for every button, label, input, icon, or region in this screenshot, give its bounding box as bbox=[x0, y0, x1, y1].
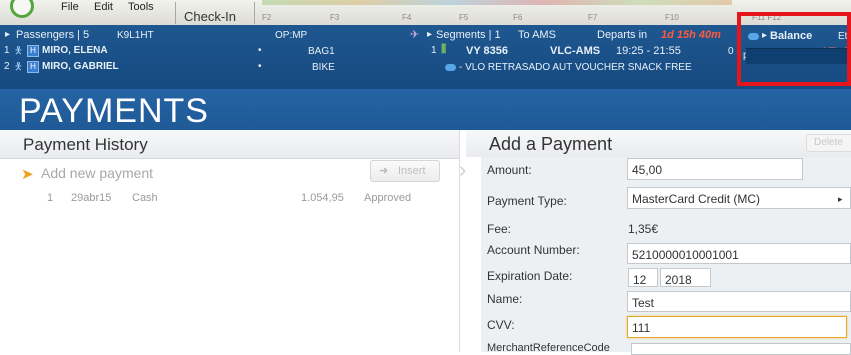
account-number-label: Account Number: bbox=[487, 243, 580, 257]
departs-label: Departs in bbox=[597, 29, 648, 41]
insert-button-label: Insert bbox=[398, 165, 426, 177]
payment-history-title: Payment History bbox=[23, 135, 148, 154]
pnr-code: K9L1HT bbox=[117, 30, 154, 41]
fkey-f5[interactable]: F5 bbox=[459, 13, 468, 22]
merchant-reference-label: MerchantReferenceCode bbox=[487, 342, 610, 354]
passenger-bag: BAG1 bbox=[308, 46, 335, 57]
fee-label: Fee: bbox=[487, 222, 512, 236]
flight-route: VLC-AMS bbox=[550, 45, 601, 57]
passenger-icon: 🯅 bbox=[14, 62, 23, 73]
expiration-year-field[interactable]: 2018 bbox=[660, 268, 711, 287]
passenger-name[interactable]: MIRO, ELENA bbox=[42, 45, 108, 56]
bullet-icon: • bbox=[258, 61, 262, 72]
cardholder-name-field[interactable]: Test bbox=[627, 291, 851, 312]
dropdown-arrow-icon[interactable]: ▸ bbox=[838, 194, 843, 205]
segments-header[interactable]: Segments | 1 bbox=[436, 29, 501, 41]
passengers-header[interactable]: Passengers | 5 bbox=[16, 29, 89, 41]
passenger-bag: BIKE bbox=[312, 62, 335, 73]
amount-field[interactable]: 45,00 bbox=[627, 158, 803, 180]
expand-arrow-icon[interactable]: ▸ bbox=[427, 29, 432, 40]
checkin-tab[interactable]: Check-In bbox=[184, 9, 236, 24]
flight-number[interactable]: VY 8356 bbox=[466, 45, 508, 57]
insert-arrow-icon: ➜ bbox=[379, 165, 389, 177]
function-key-strip bbox=[262, 0, 732, 5]
insert-button[interactable]: ➜ Insert bbox=[370, 160, 440, 182]
expiration-date-label: Expiration Date: bbox=[487, 269, 573, 283]
fee-value: 1,35€ bbox=[628, 222, 659, 236]
passenger-icon: 🯅 bbox=[14, 46, 23, 57]
flight-status-icon: ⦀ bbox=[441, 42, 447, 56]
remark-icon bbox=[445, 64, 456, 71]
add-payment-title: Add a Payment bbox=[489, 134, 613, 154]
departs-countdown: 1d 15h 40m bbox=[661, 29, 721, 41]
flight-time: 19:25 - 21:55 bbox=[616, 45, 681, 57]
menu-edit[interactable]: Edit bbox=[94, 1, 113, 13]
fkey-f6[interactable]: F6 bbox=[513, 13, 522, 22]
passenger-index: 2 bbox=[4, 61, 10, 72]
payment-row-number[interactable]: 1 bbox=[47, 192, 53, 204]
payment-row-status[interactable]: Approved bbox=[364, 192, 411, 204]
fkey-f2[interactable]: F2 bbox=[262, 13, 271, 22]
passenger-name[interactable]: MIRO, GABRIEL bbox=[42, 61, 119, 72]
cvv-label: CVV: bbox=[487, 318, 515, 332]
segment-icon: ✈ bbox=[410, 29, 420, 41]
payment-row-method[interactable]: Cash bbox=[132, 192, 158, 204]
fkey-f4[interactable]: F4 bbox=[402, 13, 411, 22]
booking-summary-band: ▸ Passengers | 5 K9L1HT OP:MP 1 🯅 H MIRO… bbox=[0, 25, 851, 89]
menu-divider bbox=[254, 2, 255, 24]
passenger-type-icon: H bbox=[27, 45, 39, 57]
expand-arrow-icon[interactable]: ▸ bbox=[5, 29, 10, 40]
menu-file[interactable]: File bbox=[61, 1, 79, 13]
bullet-icon: • bbox=[258, 45, 262, 56]
menu-tools[interactable]: Tools bbox=[128, 1, 154, 13]
chevron-right-icon: › bbox=[459, 157, 467, 182]
flight-extra: 0 bbox=[728, 46, 734, 57]
fkey-f10[interactable]: F10 bbox=[665, 13, 679, 22]
page-title: PAYMENTS bbox=[19, 92, 209, 130]
fkey-f3[interactable]: F3 bbox=[330, 13, 339, 22]
fkey-f7[interactable]: F7 bbox=[588, 13, 597, 22]
expiration-month-field[interactable]: 12 bbox=[628, 268, 658, 287]
passenger-index: 1 bbox=[4, 45, 10, 56]
merchant-reference-field[interactable] bbox=[631, 343, 851, 355]
operator-code: OP:MP bbox=[275, 30, 308, 41]
name-label: Name: bbox=[487, 292, 523, 306]
amount-label: Amount: bbox=[487, 163, 532, 177]
cvv-field[interactable]: 111 bbox=[627, 316, 847, 338]
account-number-field[interactable]: 5210000010001001 bbox=[627, 243, 851, 264]
payment-row-date[interactable]: 29abr15 bbox=[71, 192, 111, 204]
menu-divider bbox=[175, 2, 176, 24]
balance-highlight bbox=[737, 12, 851, 86]
add-arrow-icon: ➤ bbox=[21, 166, 34, 183]
payment-type-select[interactable]: MasterCard Credit (MC) bbox=[627, 187, 851, 209]
passenger-type-icon: H bbox=[27, 61, 39, 73]
payment-type-label: Payment Type: bbox=[487, 194, 567, 208]
flight-remark: - VLO RETRASADO AUT VOUCHER SNACK FREE bbox=[459, 62, 692, 73]
payment-row-amount[interactable]: 1.054,95 bbox=[301, 192, 344, 204]
segment-index: 1 bbox=[431, 45, 437, 56]
segment-destination: To AMS bbox=[518, 29, 556, 41]
add-new-payment-link[interactable]: Add new payment bbox=[41, 165, 153, 181]
delete-button[interactable]: Delete bbox=[806, 134, 851, 152]
